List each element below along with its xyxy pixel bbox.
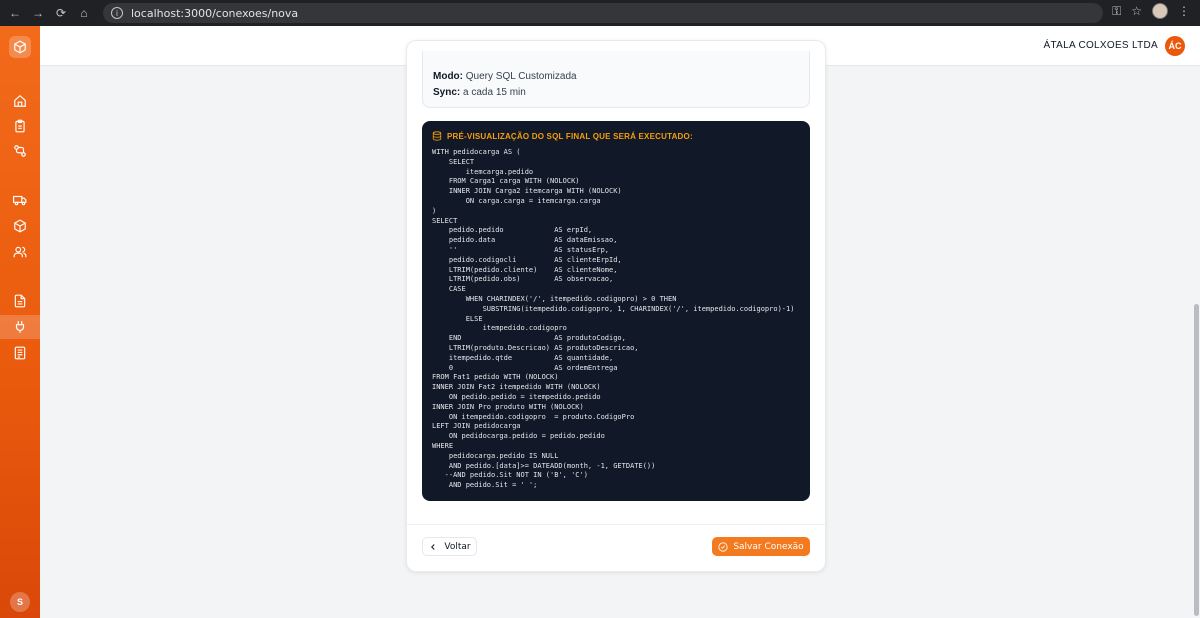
sql-code: WITH pedidocarga AS ( SELECT itemcarga.p… (432, 148, 795, 490)
bookmark-star-icon[interactable]: ☆ (1131, 4, 1142, 18)
workflow-icon[interactable] (8, 140, 32, 162)
back-arrow-icon[interactable]: ← (4, 2, 26, 24)
page-scrollbar[interactable] (1194, 304, 1199, 616)
users-icon[interactable] (8, 241, 32, 263)
sync-label: Sync: (433, 87, 461, 98)
reload-icon[interactable]: ⟳ (50, 2, 72, 24)
app-logo-icon[interactable] (9, 36, 31, 58)
mode-value: Query SQL Customizada (465, 71, 577, 82)
clipboard-icon[interactable] (8, 115, 32, 137)
password-key-icon[interactable]: ⚿ (1112, 4, 1121, 19)
sql-preview: PRÉ-VISUALIZAÇÃO DO SQL FINAL QUE SERÁ E… (422, 121, 810, 501)
database-icon (432, 131, 442, 141)
sidebar: S (0, 26, 40, 618)
mode-label: Modo: (433, 71, 463, 82)
save-button-label: Salvar Conexão (733, 541, 804, 552)
user-avatar[interactable]: S (10, 592, 30, 612)
profile-avatar-icon[interactable] (1152, 3, 1168, 19)
sync-value: a cada 15 min (463, 87, 526, 98)
forward-arrow-icon[interactable]: → (27, 2, 49, 24)
connection-summary: Modo: Query SQL Customizada Sync: a cada… (422, 51, 810, 108)
url-text: localhost:3000/conexoes/nova (131, 6, 299, 20)
address-bar[interactable]: i localhost:3000/conexoes/nova (103, 3, 1103, 23)
document-icon[interactable] (8, 290, 32, 312)
save-connection-button[interactable]: Salvar Conexão (712, 537, 810, 556)
sql-title-text: PRÉ-VISUALIZAÇÃO DO SQL FINAL QUE SERÁ E… (447, 131, 693, 141)
home-icon[interactable]: ⌂ (73, 2, 95, 24)
company-name: ÁTALA COLXOES LTDA (1043, 40, 1158, 51)
site-info-icon[interactable]: i (111, 7, 123, 19)
back-button[interactable]: Voltar (422, 537, 477, 556)
menu-dots-icon[interactable]: ⋮ (1178, 4, 1190, 18)
sync-row: Sync: a cada 15 min (433, 87, 526, 98)
sql-preview-title: PRÉ-VISUALIZAÇÃO DO SQL FINAL QUE SERÁ E… (432, 131, 693, 141)
back-button-label: Voltar (444, 541, 471, 552)
check-circle-icon (718, 541, 728, 552)
home-icon[interactable] (8, 90, 32, 112)
chevron-left-icon (431, 543, 436, 550)
mode-row: Modo: Query SQL Customizada (433, 71, 577, 82)
company-avatar[interactable]: ÁC (1165, 36, 1185, 56)
receipt-icon[interactable] (8, 342, 32, 364)
browser-toolbar: ← → ⟳ ⌂ i localhost:3000/conexoes/nova ⚿… (0, 0, 1200, 26)
truck-icon[interactable] (8, 189, 32, 211)
connection-card: Modo: Query SQL Customizada Sync: a cada… (406, 40, 826, 572)
divider (407, 524, 825, 525)
package-icon[interactable] (8, 215, 32, 237)
plug-icon[interactable] (0, 315, 40, 339)
